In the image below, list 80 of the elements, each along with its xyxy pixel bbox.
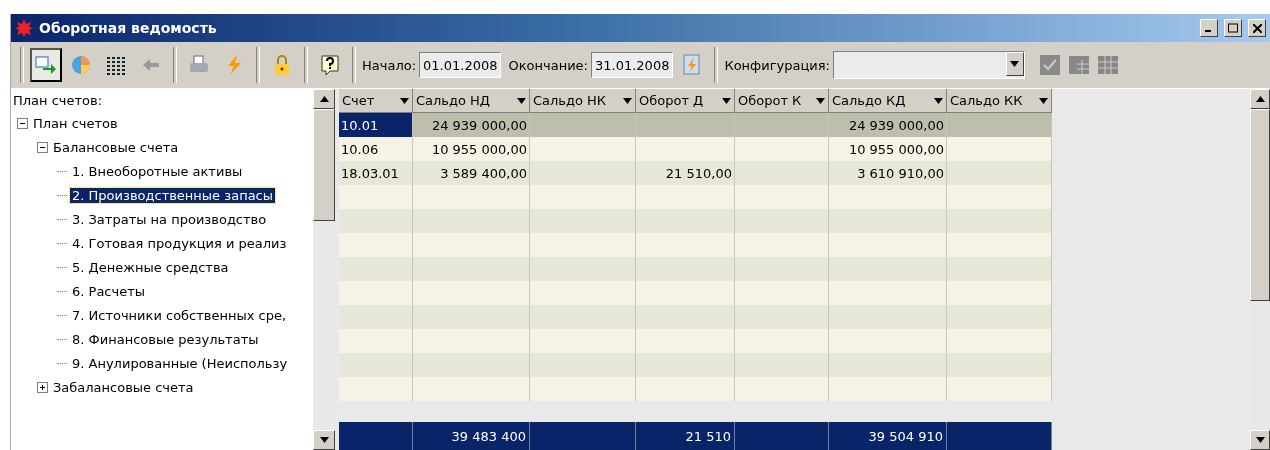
- app-icon: [15, 19, 33, 37]
- maximize-button[interactable]: [1224, 19, 1242, 37]
- tree-title: План счетов:: [12, 93, 104, 110]
- scrollbar[interactable]: [1250, 89, 1270, 450]
- total-cell: 39 504 910: [829, 422, 947, 450]
- tree-item[interactable]: 7. Источники собственных сре,: [70, 307, 289, 323]
- document-lightning-icon: [683, 54, 702, 76]
- table-cell: 10 955 000,00: [829, 137, 947, 161]
- maximize-icon: [1228, 23, 1238, 33]
- caret-icon: [1039, 97, 1048, 104]
- tree-item[interactable]: 2. Производственные запасы: [70, 187, 275, 203]
- dropdown-button[interactable]: [1005, 52, 1024, 76]
- table-cell: 10.01: [339, 113, 413, 137]
- expand-icon[interactable]: [37, 381, 48, 393]
- caret-icon: [517, 97, 526, 104]
- window-title: Оборотная ведомость: [39, 20, 218, 36]
- scroll-thumb[interactable]: [1250, 109, 1270, 301]
- caret-icon: [816, 97, 825, 104]
- table-cell: 21 510,00: [636, 161, 735, 185]
- caret-icon: [319, 96, 329, 102]
- table-cell: 3 589 400,00: [413, 161, 530, 185]
- total-cell: 39 483 400: [413, 422, 530, 450]
- caret-icon: [400, 97, 409, 104]
- column-header[interactable]: Оборот Д: [636, 89, 735, 113]
- start-date-field[interactable]: 01.01.2008: [419, 52, 502, 78]
- table-cell: 3 610 910,00: [829, 161, 947, 185]
- scroll-up-button[interactable]: [1250, 89, 1270, 109]
- table-cell: 24 939 000,00: [413, 113, 530, 137]
- table-icon: [105, 55, 127, 75]
- tree-item[interactable]: План счетов: [31, 115, 120, 131]
- table-icon: [1068, 56, 1089, 74]
- close-icon: [1252, 23, 1262, 33]
- collapse-icon[interactable]: [37, 141, 48, 153]
- column-header[interactable]: Сальдо НД: [413, 89, 530, 113]
- caret-icon: [1255, 437, 1265, 443]
- scroll-up-button[interactable]: [313, 89, 335, 109]
- tree-item[interactable]: 8. Финансовые результаты: [70, 331, 261, 347]
- end-date-field[interactable]: 31.01.2008: [591, 52, 674, 78]
- tree-item[interactable]: 3. Затраты на производство: [70, 211, 269, 227]
- help-icon: [319, 54, 341, 76]
- tree-item[interactable]: 9. Анулированные (Неиспользу: [70, 355, 290, 371]
- tree-item[interactable]: 6. Расчеты: [70, 283, 147, 299]
- tree-item[interactable]: 1. Внеоборотные активы: [70, 163, 245, 179]
- caret-icon: [1255, 96, 1265, 102]
- close-button[interactable]: [1248, 19, 1266, 37]
- column-header[interactable]: Оборот К: [735, 89, 829, 113]
- tree-item[interactable]: 4. Готовая продукция и реализ: [70, 235, 289, 251]
- caret-icon: [319, 437, 329, 443]
- column-header[interactable]: Сальдо НК: [530, 89, 636, 113]
- caret-icon: [623, 97, 632, 104]
- scrollbar[interactable]: [313, 89, 335, 450]
- pie-chart-icon: [70, 55, 92, 75]
- column-header[interactable]: Счет: [339, 89, 413, 113]
- checkbox-icon: [1039, 55, 1060, 75]
- scroll-thumb[interactable]: [313, 109, 335, 221]
- caret-icon: [722, 97, 731, 104]
- scroll-down-button[interactable]: [1250, 430, 1270, 450]
- tree-item[interactable]: Забалансовые счета: [51, 379, 196, 395]
- collapse-icon[interactable]: [17, 117, 28, 129]
- config-dropdown[interactable]: [832, 51, 1025, 79]
- minimize-button[interactable]: [1200, 19, 1218, 37]
- scroll-down-button[interactable]: [313, 430, 335, 450]
- column-header[interactable]: Сальдо КК: [947, 89, 1052, 113]
- table-cell: 10.06: [339, 137, 413, 161]
- caret-icon: [1010, 61, 1020, 67]
- end-label: Окончание:: [508, 57, 588, 73]
- config-label: Конфигурация:: [724, 57, 830, 73]
- printer-icon: [188, 55, 210, 75]
- table-cell: 24 939 000,00: [829, 113, 947, 137]
- toolbar-button[interactable]: [30, 48, 62, 82]
- table-cell: 18.03.01: [339, 161, 413, 185]
- total-cell: 21 510: [636, 422, 735, 450]
- tree-item[interactable]: Балансовые счета: [51, 139, 181, 155]
- table-cell: 10 955 000,00: [413, 137, 530, 161]
- start-label: Начало:: [362, 57, 417, 73]
- tree-item[interactable]: 5. Денежные средства: [70, 259, 231, 275]
- column-header[interactable]: Сальдо КД: [829, 89, 947, 113]
- table-icon: [1097, 56, 1118, 74]
- caret-icon: [934, 97, 943, 104]
- export-icon: [35, 55, 57, 75]
